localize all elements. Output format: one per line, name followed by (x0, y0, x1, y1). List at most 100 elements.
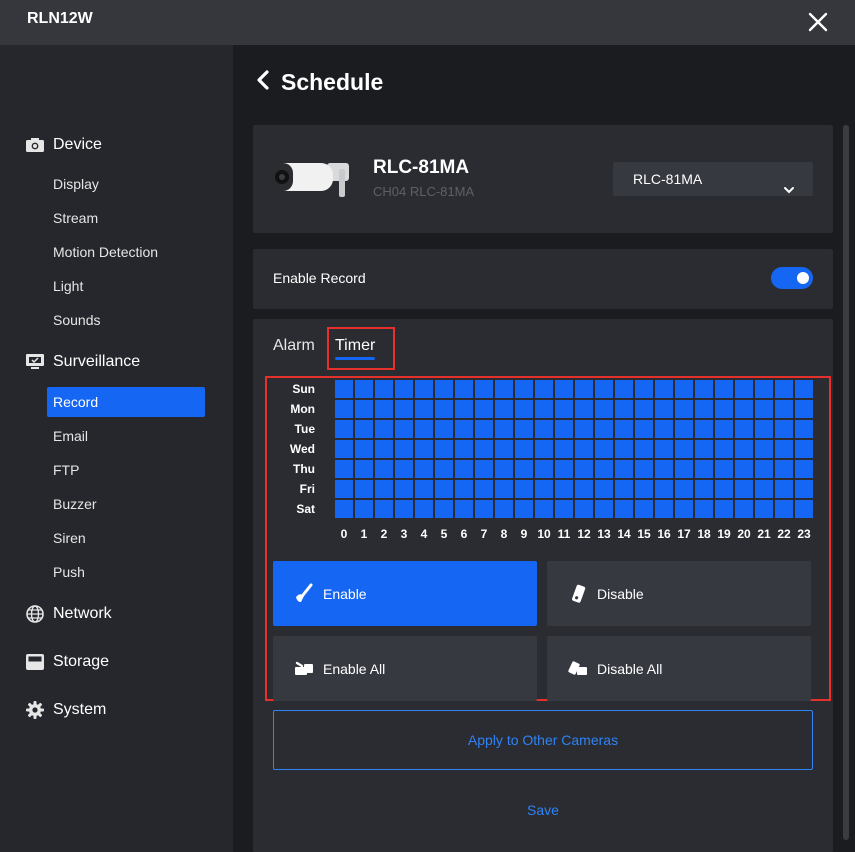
schedule-cell[interactable] (795, 480, 813, 498)
schedule-cell[interactable] (635, 400, 653, 418)
disable-button[interactable]: Disable (547, 561, 811, 626)
schedule-cell[interactable] (375, 380, 393, 398)
schedule-cell[interactable] (615, 480, 633, 498)
close-icon[interactable] (805, 9, 831, 35)
schedule-cell[interactable] (375, 400, 393, 418)
schedule-cell[interactable] (375, 480, 393, 498)
schedule-cell[interactable] (695, 500, 713, 518)
schedule-cell[interactable] (415, 500, 433, 518)
schedule-cell[interactable] (755, 400, 773, 418)
schedule-cell[interactable] (555, 420, 573, 438)
schedule-cell[interactable] (455, 500, 473, 518)
schedule-cell[interactable] (475, 380, 493, 398)
schedule-cell[interactable] (495, 420, 513, 438)
sidebar-item-sounds[interactable]: Sounds (47, 305, 205, 335)
schedule-cell[interactable] (435, 420, 453, 438)
schedule-cell[interactable] (755, 500, 773, 518)
schedule-cell[interactable] (715, 500, 733, 518)
schedule-cell[interactable] (615, 440, 633, 458)
schedule-cell[interactable] (395, 460, 413, 478)
schedule-cell[interactable] (635, 420, 653, 438)
schedule-cell[interactable] (635, 500, 653, 518)
schedule-cell[interactable] (515, 480, 533, 498)
schedule-cell[interactable] (535, 460, 553, 478)
enable-all-button[interactable]: Enable All (273, 636, 537, 701)
schedule-cell[interactable] (555, 460, 573, 478)
schedule-cell[interactable] (775, 420, 793, 438)
schedule-cell[interactable] (635, 460, 653, 478)
sidebar-item-display[interactable]: Display (47, 169, 205, 199)
schedule-cell[interactable] (695, 460, 713, 478)
schedule-cell[interactable] (535, 420, 553, 438)
schedule-cell[interactable] (735, 440, 753, 458)
schedule-cell[interactable] (515, 500, 533, 518)
schedule-cell[interactable] (535, 500, 553, 518)
schedule-cell[interactable] (755, 380, 773, 398)
schedule-cell[interactable] (775, 460, 793, 478)
schedule-cell[interactable] (435, 460, 453, 478)
schedule-cell[interactable] (575, 380, 593, 398)
schedule-cell[interactable] (355, 500, 373, 518)
schedule-cell[interactable] (675, 400, 693, 418)
schedule-cell[interactable] (575, 500, 593, 518)
schedule-cell[interactable] (675, 460, 693, 478)
camera-select[interactable]: RLC-81MA (613, 162, 813, 196)
schedule-cell[interactable] (475, 420, 493, 438)
schedule-cell[interactable] (435, 440, 453, 458)
schedule-cell[interactable] (555, 480, 573, 498)
schedule-cell[interactable] (735, 480, 753, 498)
schedule-cell[interactable] (415, 400, 433, 418)
schedule-cell[interactable] (715, 460, 733, 478)
schedule-cell[interactable] (455, 480, 473, 498)
schedule-cell[interactable] (775, 400, 793, 418)
schedule-cell[interactable] (355, 440, 373, 458)
schedule-cell[interactable] (355, 400, 373, 418)
schedule-cell[interactable] (355, 380, 373, 398)
schedule-cell[interactable] (455, 460, 473, 478)
schedule-cell[interactable] (775, 380, 793, 398)
schedule-cell[interactable] (335, 380, 353, 398)
schedule-cell[interactable] (335, 460, 353, 478)
schedule-cell[interactable] (395, 480, 413, 498)
schedule-cell[interactable] (515, 400, 533, 418)
schedule-cell[interactable] (455, 400, 473, 418)
schedule-cell[interactable] (535, 440, 553, 458)
schedule-cell[interactable] (595, 460, 613, 478)
schedule-cell[interactable] (615, 380, 633, 398)
schedule-cell[interactable] (435, 500, 453, 518)
schedule-cell[interactable] (735, 460, 753, 478)
sidebar-item-buzzer[interactable]: Buzzer (47, 489, 205, 519)
schedule-cell[interactable] (555, 380, 573, 398)
schedule-cell[interactable] (415, 480, 433, 498)
scrollbar[interactable] (843, 125, 849, 840)
apply-to-other-cameras-button[interactable]: Apply to Other Cameras (273, 710, 813, 770)
schedule-cell[interactable] (375, 420, 393, 438)
schedule-cell[interactable] (735, 380, 753, 398)
schedule-cell[interactable] (715, 440, 733, 458)
schedule-cell[interactable] (735, 420, 753, 438)
schedule-cell[interactable] (635, 480, 653, 498)
schedule-cell[interactable] (795, 380, 813, 398)
schedule-cell[interactable] (655, 500, 673, 518)
schedule-cell[interactable] (615, 500, 633, 518)
schedule-cell[interactable] (675, 480, 693, 498)
sidebar-item-light[interactable]: Light (47, 271, 205, 301)
sidebar-item-siren[interactable]: Siren (47, 523, 205, 553)
schedule-cell[interactable] (355, 480, 373, 498)
schedule-cell[interactable] (395, 420, 413, 438)
schedule-cell[interactable] (535, 380, 553, 398)
schedule-cell[interactable] (555, 500, 573, 518)
schedule-cell[interactable] (495, 380, 513, 398)
schedule-cell[interactable] (635, 440, 653, 458)
schedule-cell[interactable] (615, 420, 633, 438)
sidebar-item-push[interactable]: Push (47, 557, 205, 587)
sidebar-section-system[interactable]: System (25, 698, 106, 722)
schedule-cell[interactable] (695, 380, 713, 398)
schedule-cell[interactable] (555, 440, 573, 458)
schedule-cell[interactable] (455, 420, 473, 438)
sidebar-item-ftp[interactable]: FTP (47, 455, 205, 485)
schedule-cell[interactable] (715, 380, 733, 398)
schedule-cell[interactable] (495, 460, 513, 478)
sidebar-section-storage[interactable]: Storage (25, 650, 109, 674)
schedule-cell[interactable] (775, 500, 793, 518)
